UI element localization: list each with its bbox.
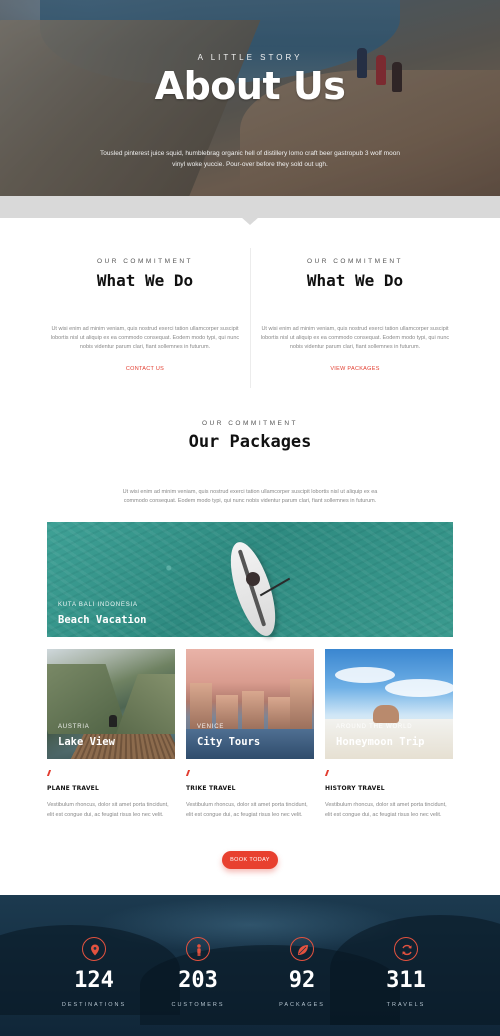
info-title: HISTORY TRAVEL: [325, 785, 385, 792]
package-location: VENICE: [197, 724, 225, 730]
view-packages-link[interactable]: VIEW PACKAGES: [330, 366, 379, 372]
mountain-shape: [116, 674, 175, 734]
packages-body: Ut wisi enim ad minim veniam, quis nostr…: [122, 489, 378, 504]
page-title: About Us: [154, 64, 346, 108]
hero-text: Tousled pinterest juice squid, humblebra…: [100, 150, 400, 168]
package-title[interactable]: City Tours: [197, 736, 260, 748]
info-text: Vestibulum rhoncus, dolor sit amet porta…: [47, 802, 169, 818]
stat-label: PACKAGES: [279, 1002, 325, 1008]
stat-number: 92: [288, 968, 316, 993]
cloud-shape: [335, 667, 395, 683]
accent-dash: [46, 770, 52, 776]
section-kicker: OUR COMMITMENT: [306, 258, 404, 265]
package-location: KUTA BALI INDONESIA: [58, 602, 138, 608]
book-today-button[interactable]: BOOK TODAY: [222, 851, 278, 869]
section-kicker: OUR COMMITMENT: [96, 258, 194, 265]
contact-us-link[interactable]: CONTACT US: [126, 366, 164, 372]
section-body: Ut wisi enim ad minim veniam, quis nostr…: [50, 326, 240, 350]
what-we-do-column: OUR COMMITMENT What We Do Ut wisi enim a…: [35, 258, 255, 374]
couple-figure: [373, 705, 399, 723]
stats-section: [0, 895, 500, 1036]
stat-label: DESTINATIONS: [61, 1002, 127, 1008]
stat-label: CUSTOMERS: [171, 1002, 225, 1008]
info-text: Vestibulum rhoncus, dolor sit amet porta…: [186, 802, 308, 818]
building-shape: [290, 679, 312, 731]
section-title: Our Packages: [188, 432, 312, 452]
package-card-lake[interactable]: AUSTRIA Lake View: [47, 649, 175, 759]
stat-number: 203: [178, 968, 218, 993]
hero-kicker: A LITTLE STORY: [197, 53, 303, 62]
person-figure: [109, 715, 117, 727]
packages-header: OUR COMMITMENT Our Packages: [0, 420, 500, 452]
refresh-icon: [394, 937, 418, 961]
package-card-city[interactable]: VENICE City Tours: [186, 649, 314, 759]
section-kicker: OUR COMMITMENT: [201, 420, 299, 427]
stat-number: 124: [74, 968, 114, 993]
building-shape: [242, 691, 264, 731]
cloud-shape: [385, 679, 453, 697]
info-title: PLANE TRAVEL: [47, 785, 99, 792]
package-location: AROUND THE WORLD: [336, 724, 413, 730]
what-we-do-column: OUR COMMITMENT What We Do Ut wisi enim a…: [245, 258, 465, 374]
paddler-figure: [246, 572, 260, 586]
hero-section: A LITTLE STORY About Us Tousled pinteres…: [0, 0, 500, 196]
section-title: What We Do: [306, 271, 404, 290]
package-card-honeymoon[interactable]: AROUND THE WORLD Honeymoon Trip: [325, 649, 453, 759]
info-text: Vestibulum rhoncus, dolor sit amet porta…: [325, 802, 447, 818]
package-title[interactable]: Beach Vacation: [58, 614, 147, 626]
package-location: AUSTRIA: [58, 724, 90, 730]
stat-label: TRAVELS: [386, 1002, 426, 1008]
info-title: TRIKE TRAVEL: [186, 785, 236, 792]
person-icon: [186, 937, 210, 961]
section-divider-band: [0, 196, 500, 218]
stat-number: 311: [386, 968, 426, 993]
section-body: Ut wisi enim ad minim veniam, quis nostr…: [260, 326, 450, 350]
leaf-icon: [290, 937, 314, 961]
accent-dash: [185, 770, 191, 776]
accent-dash: [324, 770, 330, 776]
package-title[interactable]: Honeymoon Trip: [336, 736, 425, 748]
building-shape: [268, 697, 290, 731]
package-title[interactable]: Lake View: [58, 736, 115, 748]
divider-notch: [241, 217, 259, 225]
map-pin-icon: [82, 937, 106, 961]
section-title: What We Do: [96, 271, 194, 290]
